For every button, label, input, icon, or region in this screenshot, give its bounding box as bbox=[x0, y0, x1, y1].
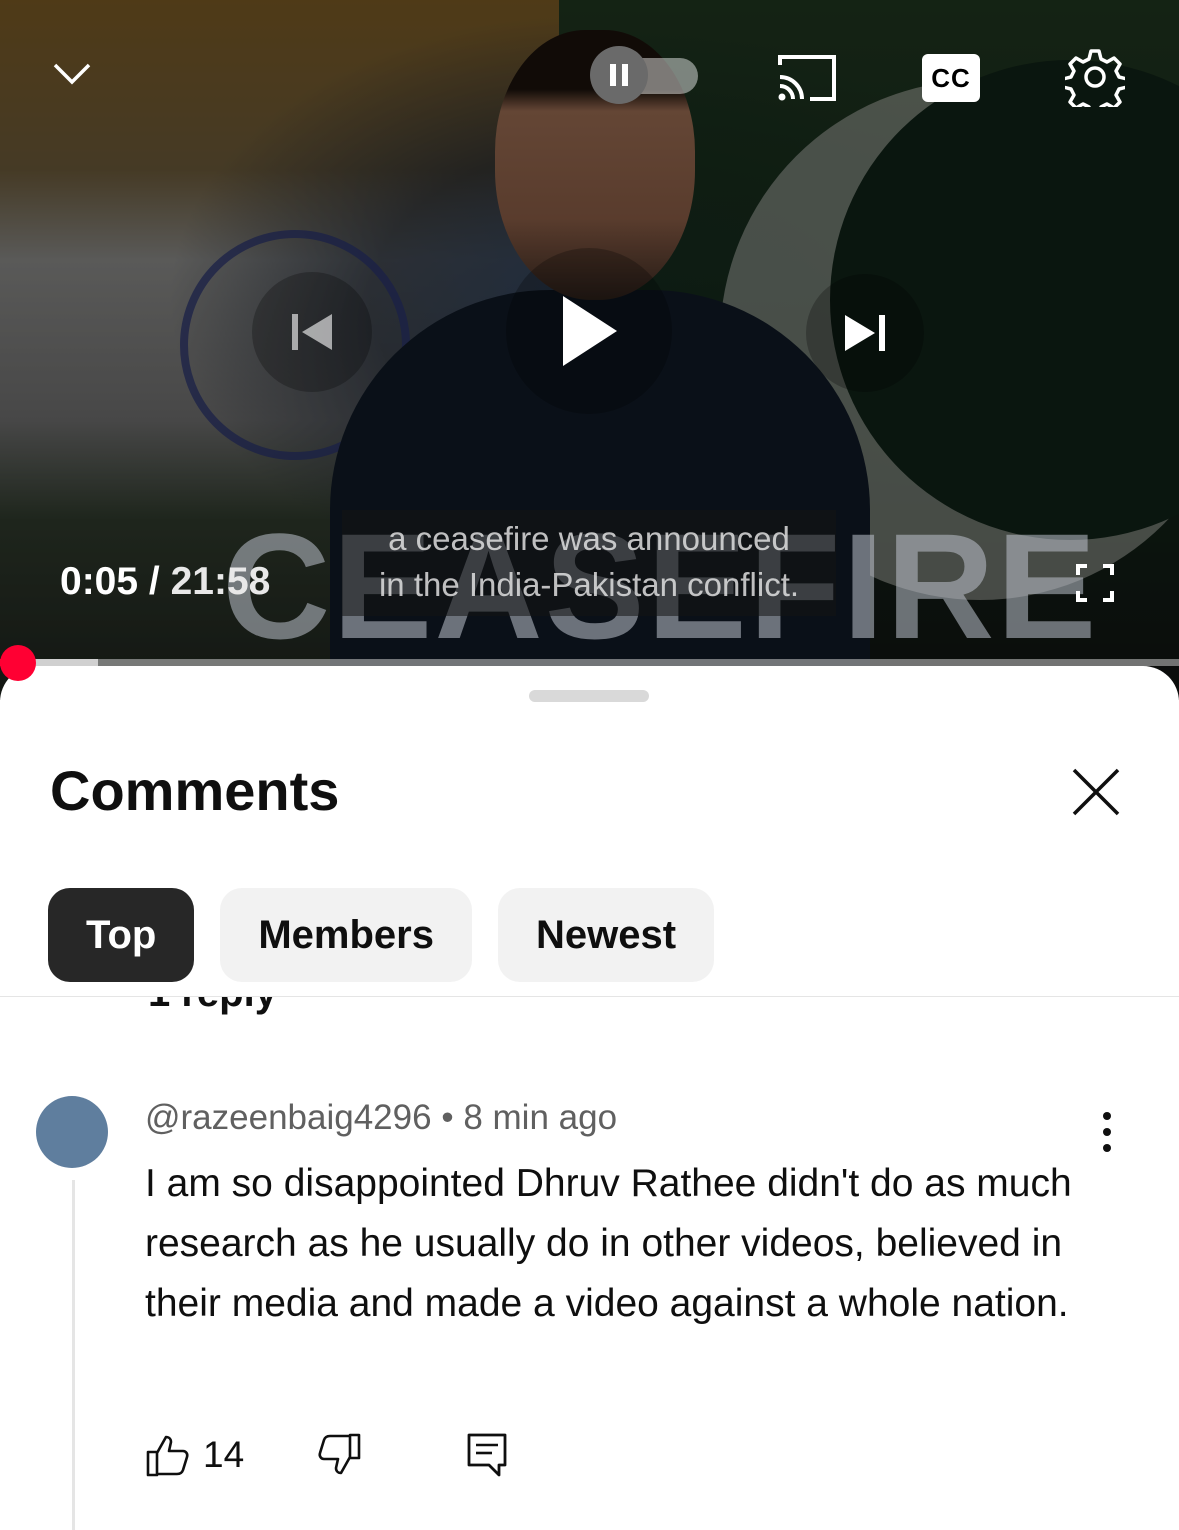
comment-text: I am so disappointed Dhruv Rathee didn't… bbox=[145, 1162, 1072, 1325]
more-vertical-icon bbox=[1103, 1112, 1111, 1152]
cc-icon: CC bbox=[931, 62, 971, 93]
next-button[interactable] bbox=[806, 274, 924, 392]
play-icon bbox=[563, 296, 617, 366]
avatar[interactable] bbox=[36, 1096, 108, 1168]
autoplay-knob bbox=[590, 46, 648, 104]
meta-dot: • bbox=[441, 1098, 454, 1137]
fullscreen-icon bbox=[1076, 564, 1114, 602]
previous-reply-label: 1 reply bbox=[148, 997, 277, 1016]
thumbs-down-icon bbox=[318, 1433, 361, 1475]
comments-panel: Comments Top Members Newest 1 reply @raz… bbox=[0, 666, 1179, 1530]
thumbs-up-icon bbox=[146, 1435, 189, 1477]
cast-icon bbox=[778, 55, 836, 101]
settings-button[interactable] bbox=[1064, 46, 1126, 108]
video-player[interactable]: CEASEFIRE a ceasefire was announced in t… bbox=[0, 0, 1179, 700]
comment-author[interactable]: @razeenbaig4296 bbox=[145, 1098, 432, 1137]
subtitle-line-2: in the India-Pakistan conflict. bbox=[378, 566, 800, 603]
subtitle-line-1: a ceasefire was announced bbox=[388, 520, 790, 557]
comment-more-button[interactable] bbox=[1090, 1110, 1124, 1154]
comment-meta: @razeenbaig4296 • 8 min ago bbox=[145, 1098, 617, 1138]
comment-time: 8 min ago bbox=[463, 1098, 618, 1137]
skip-previous-icon bbox=[292, 314, 332, 350]
captions-button[interactable]: CC bbox=[922, 54, 980, 102]
subtitle-box: a ceasefire was announced in the India-P… bbox=[342, 510, 836, 616]
minimize-button[interactable] bbox=[44, 46, 100, 102]
current-time: 0:05 bbox=[60, 560, 139, 603]
play-button[interactable] bbox=[506, 248, 672, 414]
gear-icon bbox=[1065, 49, 1125, 107]
chevron-down-icon bbox=[53, 63, 91, 85]
time-display: 0:05 / 21:58 bbox=[60, 560, 270, 604]
panel-title: Comments bbox=[50, 759, 340, 822]
skip-next-icon bbox=[845, 315, 885, 351]
time-separator: / bbox=[148, 560, 160, 603]
scrubber-handle[interactable] bbox=[0, 645, 36, 681]
cast-button[interactable] bbox=[774, 52, 840, 104]
autoplay-toggle[interactable] bbox=[590, 46, 700, 104]
dislike-button[interactable] bbox=[316, 1432, 362, 1478]
comment-actions: 14 bbox=[145, 1432, 508, 1478]
reply-button[interactable] bbox=[466, 1432, 508, 1478]
filter-chips: Top Members Newest bbox=[48, 888, 715, 982]
chip-members[interactable]: Members bbox=[220, 888, 472, 982]
chip-top[interactable]: Top bbox=[48, 888, 195, 982]
previous-button[interactable] bbox=[252, 272, 372, 392]
reply-comment-icon bbox=[467, 1433, 507, 1477]
progress-bar[interactable] bbox=[0, 659, 1179, 666]
like-count: 14 bbox=[203, 1434, 245, 1475]
fullscreen-button[interactable] bbox=[1072, 560, 1118, 606]
close-button[interactable] bbox=[1066, 762, 1126, 822]
like-button[interactable]: 14 bbox=[145, 1432, 244, 1478]
previous-reply-link[interactable]: 1 reply bbox=[0, 997, 1179, 1037]
close-icon bbox=[1072, 768, 1120, 816]
thread-line bbox=[72, 1180, 75, 1530]
chip-newest[interactable]: Newest bbox=[497, 888, 715, 982]
drag-handle[interactable] bbox=[529, 690, 649, 702]
pause-icon bbox=[610, 64, 628, 86]
video-duration: 21:58 bbox=[170, 560, 271, 603]
